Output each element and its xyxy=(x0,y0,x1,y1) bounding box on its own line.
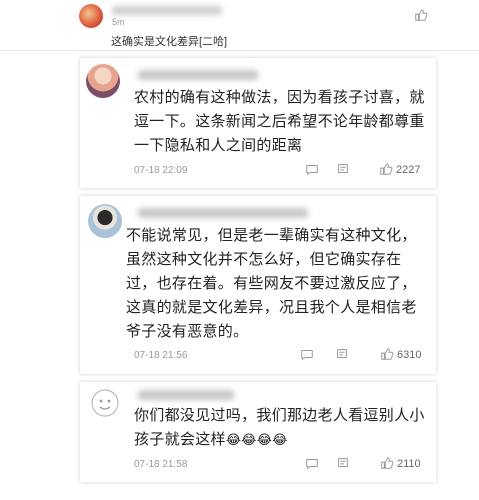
reply-icon[interactable] xyxy=(305,162,319,176)
comment-card: 农村的确有这种做法，因为看孩子讨喜，就 逗一下。这条新闻之后希望不论年龄都尊重 … xyxy=(80,58,436,188)
username-blurred xyxy=(138,208,308,218)
reply-icon[interactable] xyxy=(305,456,319,470)
like-count: 2227 xyxy=(396,164,421,176)
thumbs-up-icon[interactable] xyxy=(379,162,393,176)
comment-text: 不能说常见，但是老一辈确实有这种文化， 虽然这种文化并不怎么好，但它确实存在 过… xyxy=(126,227,417,340)
thumbs-up-icon[interactable] xyxy=(380,347,394,361)
comment-card: 你们都没见过吗，我们那边老人看逗别人小 孩子就会这样😂😂😂😂 07-18 21:… xyxy=(80,382,436,482)
comment-text: 农村的确有这种做法，因为看孩子讨喜，就 逗一下。这条新闻之后希望不论年龄都尊重 … xyxy=(134,89,425,154)
username-blurred xyxy=(112,6,222,15)
comment-text: 你们都没见过吗，我们那边老人看逗别人小 孩子就会这样😂😂😂😂 xyxy=(134,404,425,452)
comment-time: 07-18 21:56 xyxy=(134,350,188,361)
thumbs-up-icon[interactable] xyxy=(380,456,394,470)
avatar[interactable] xyxy=(88,204,122,238)
thumbs-up-icon[interactable] xyxy=(414,8,428,22)
comment-text: 这确实是文化差异[二哈] xyxy=(111,36,228,48)
comment-icon[interactable] xyxy=(336,456,350,470)
laughing-emoji-icon: 😂😂😂😂 xyxy=(225,432,288,447)
comment-icon[interactable] xyxy=(336,162,350,176)
comment-icon[interactable] xyxy=(335,347,349,361)
comment-time: 07-18 21:58 xyxy=(134,459,188,470)
username-blurred xyxy=(138,390,234,400)
like-count: 6310 xyxy=(397,349,422,361)
reply-icon[interactable] xyxy=(300,347,314,361)
default-avatar-icon[interactable] xyxy=(90,388,120,418)
avatar[interactable] xyxy=(79,4,103,28)
comment-time: 07-18 22:09 xyxy=(134,165,188,176)
avatar[interactable] xyxy=(86,64,120,98)
comment-card: 不能说常见，但是老一辈确实有这种文化， 虽然这种文化并不怎么好，但它确实存在 过… xyxy=(80,196,436,374)
username-blurred xyxy=(138,70,258,80)
divider xyxy=(0,50,479,51)
comment-time: 5m xyxy=(112,17,125,27)
like-count: 2110 xyxy=(397,458,421,470)
